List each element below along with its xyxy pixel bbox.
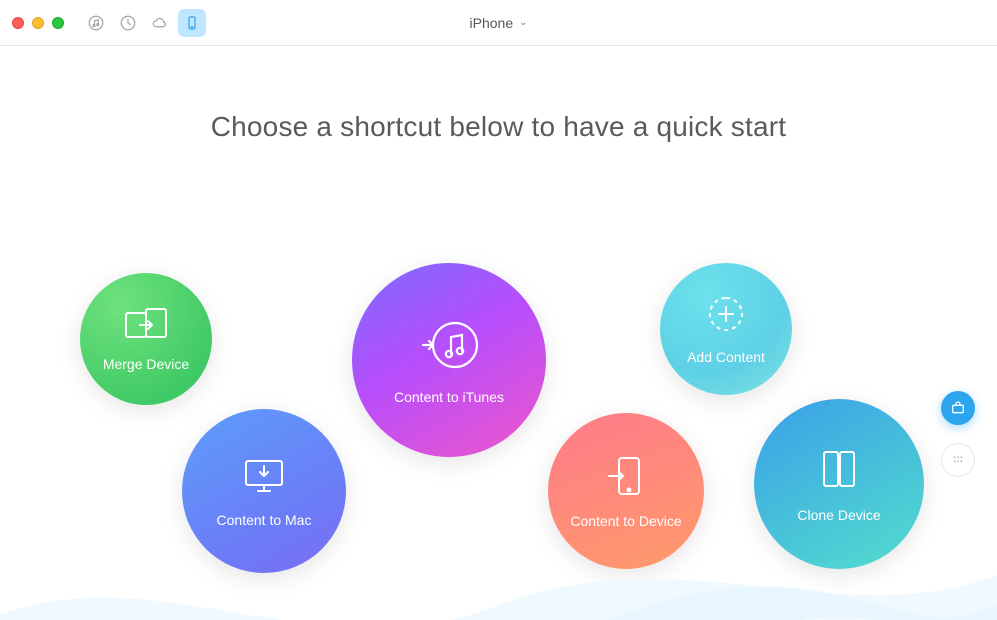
source-tabs	[82, 9, 206, 37]
shortcut-label: Merge Device	[103, 356, 189, 372]
page-heading: Choose a shortcut below to have a quick …	[0, 111, 997, 143]
icloud-tab[interactable]	[146, 9, 174, 37]
title-bar: iPhone ⌄	[0, 0, 997, 46]
mac-icon	[240, 455, 288, 502]
minimize-window-button[interactable]	[32, 17, 44, 29]
shortcut-label: Add Content	[687, 349, 765, 365]
merge-device-icon	[124, 307, 168, 346]
add-content-shortcut[interactable]: Add Content	[660, 263, 792, 395]
merge-device-shortcut[interactable]: Merge Device	[80, 273, 212, 405]
toolkit-button[interactable]	[941, 391, 975, 425]
shortcut-label: Content to iTunes	[394, 389, 504, 405]
window-controls	[12, 17, 64, 29]
device-selector-label: iPhone	[470, 15, 514, 31]
device-tab[interactable]	[178, 9, 206, 37]
add-content-icon	[706, 294, 746, 339]
device-selector[interactable]: iPhone ⌄	[470, 15, 528, 31]
shortcut-label: Clone Device	[797, 507, 880, 523]
shortcut-label: Content to Device	[570, 513, 681, 529]
content-to-itunes-shortcut[interactable]: Content to iTunes	[352, 263, 546, 457]
to-device-icon	[607, 454, 645, 503]
shortcut-bubbles: Merge Device Content to iTunes	[0, 143, 997, 603]
clone-device-shortcut[interactable]: Clone Device	[754, 399, 924, 569]
itunes-tab[interactable]	[82, 9, 110, 37]
app-window: iPhone ⌄ Choose a shortcut below to have…	[0, 0, 997, 620]
grid-view-button[interactable]	[941, 443, 975, 477]
content-to-device-shortcut[interactable]: Content to Device	[548, 413, 704, 569]
itunes-icon	[419, 316, 479, 379]
content-to-mac-shortcut[interactable]: Content to Mac	[182, 409, 346, 573]
chevron-down-icon: ⌄	[519, 17, 527, 28]
zoom-window-button[interactable]	[52, 17, 64, 29]
backup-tab[interactable]	[114, 9, 142, 37]
clone-device-icon	[816, 446, 862, 497]
main-content: Choose a shortcut below to have a quick …	[0, 111, 997, 620]
close-window-button[interactable]	[12, 17, 24, 29]
shortcut-label: Content to Mac	[217, 512, 312, 528]
side-float-buttons	[941, 391, 975, 477]
